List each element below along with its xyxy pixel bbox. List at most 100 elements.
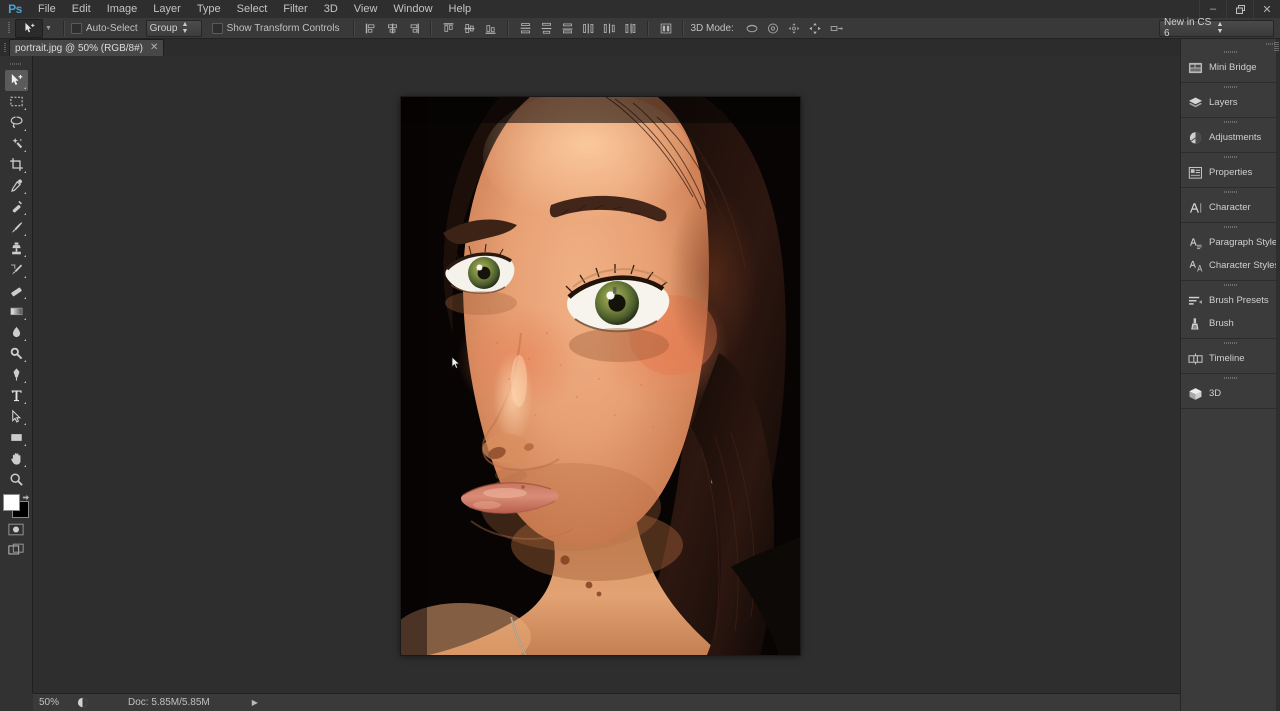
restore-button[interactable] xyxy=(1226,0,1253,18)
panel-item-character[interactable]: Character xyxy=(1181,196,1280,219)
tab-bar-grip[interactable] xyxy=(0,39,9,56)
roll-3d-object-icon[interactable] xyxy=(766,21,781,36)
align-bottom-edges-icon[interactable] xyxy=(483,21,498,36)
flyout-triangle-icon xyxy=(23,297,26,299)
tool-blur[interactable] xyxy=(5,322,28,343)
align-top-edges-icon[interactable] xyxy=(441,21,456,36)
panel-item-paragraph-styles[interactable]: Paragraph Styles xyxy=(1181,231,1280,254)
screen-mode-button[interactable] xyxy=(6,541,26,558)
auto-select-scope-dropdown[interactable]: Group ▲ ▼ xyxy=(145,19,202,37)
distribute-top-edges-icon[interactable] xyxy=(518,21,533,36)
distribute-right-edges-icon[interactable] xyxy=(623,21,638,36)
slide-3d-object-icon[interactable] xyxy=(808,21,823,36)
tool-rectangle-shape[interactable] xyxy=(5,427,28,448)
menu-item-layer[interactable]: Layer xyxy=(145,0,189,18)
move-tool-icon xyxy=(24,22,34,32)
menu-item-3d[interactable]: 3D xyxy=(316,0,346,18)
tool-crop[interactable] xyxy=(5,154,28,175)
tool-eraser[interactable] xyxy=(5,280,28,301)
panel-group-handle[interactable] xyxy=(1181,153,1280,161)
status-thumbnail-icon xyxy=(75,695,90,710)
align-right-edges-icon[interactable] xyxy=(406,21,421,36)
auto-select-checkbox[interactable] xyxy=(70,22,82,34)
document-tab-portrait[interactable]: portrait.jpg @ 50% (RGB/8#) ✕ xyxy=(9,39,165,56)
workspace-switcher-dropdown[interactable]: New in CS 6 ▲ ▼ xyxy=(1159,17,1274,39)
menu-item-file[interactable]: File xyxy=(30,0,64,18)
tool-brush[interactable] xyxy=(5,217,28,238)
tool-horizontal-type[interactable] xyxy=(5,385,28,406)
tools-panel-grip[interactable] xyxy=(6,60,26,68)
distribute-vertical-centers-icon[interactable] xyxy=(539,21,554,36)
active-tool-preset-button[interactable] xyxy=(15,18,43,38)
dock-resize-grip[interactable] xyxy=(1274,42,1279,52)
panel-group-handle[interactable] xyxy=(1181,188,1280,196)
tool-rectangular-marquee[interactable] xyxy=(5,91,28,112)
dock-collapse-grip[interactable] xyxy=(1181,39,1280,48)
menu-item-help[interactable]: Help xyxy=(441,0,480,18)
tool-dodge[interactable] xyxy=(5,343,28,364)
quick-mask-mode-button[interactable] xyxy=(6,521,26,538)
menu-item-image[interactable]: Image xyxy=(99,0,146,18)
panel-group-handle[interactable] xyxy=(1181,339,1280,347)
tool-pen[interactable] xyxy=(5,364,28,385)
panel-group-handle[interactable] xyxy=(1181,374,1280,382)
tool-move[interactable] xyxy=(4,70,28,91)
hand-icon xyxy=(10,453,20,465)
panel-group-handle[interactable] xyxy=(1181,48,1280,56)
panel-item-brush-presets[interactable]: Brush Presets xyxy=(1181,289,1280,312)
align-left-edges-icon[interactable] xyxy=(364,21,379,36)
distribute-horizontal-centers-icon[interactable] xyxy=(602,21,617,36)
show-transform-controls-checkbox[interactable] xyxy=(211,22,223,34)
panel-item-adjustments[interactable]: Adjustments xyxy=(1181,126,1280,149)
canvas-work-area[interactable] xyxy=(33,56,1180,693)
auto-align-layers-icon[interactable] xyxy=(658,21,673,36)
align-vertical-centers-icon[interactable] xyxy=(462,21,477,36)
drag-3d-object-icon[interactable] xyxy=(787,21,802,36)
tool-path-selection[interactable] xyxy=(5,406,28,427)
menu-item-filter[interactable]: Filter xyxy=(275,0,315,18)
distribute-left-edges-icon[interactable] xyxy=(581,21,596,36)
tool-eyedropper[interactable] xyxy=(5,175,28,196)
panel-item-properties[interactable]: Properties xyxy=(1181,161,1280,184)
panel-item-timeline[interactable]: Timeline xyxy=(1181,347,1280,370)
panel-item-character-styles[interactable]: Character Styles xyxy=(1181,254,1280,277)
tool-preset-chevron-icon[interactable]: ▼ xyxy=(45,25,52,32)
options-separator-5 xyxy=(647,20,650,36)
panel-item-brush[interactable]: Brush xyxy=(1181,312,1280,335)
menu-item-edit[interactable]: Edit xyxy=(64,0,99,18)
menu-item-view[interactable]: View xyxy=(346,0,386,18)
tool-lasso[interactable] xyxy=(5,112,28,133)
tool-zoom[interactable] xyxy=(5,469,28,490)
menu-item-select[interactable]: Select xyxy=(229,0,276,18)
foreground-color-swatch[interactable] xyxy=(3,494,20,511)
panel-group-handle[interactable] xyxy=(1181,83,1280,91)
tool-spot-healing-brush[interactable] xyxy=(5,196,28,217)
rotate-3d-object-icon[interactable] xyxy=(745,21,760,36)
swap-colors-icon[interactable] xyxy=(22,492,29,501)
status-menu-arrow-icon[interactable]: ▶ xyxy=(252,698,258,707)
tool-history-brush[interactable] xyxy=(5,259,28,280)
panel-group-handle[interactable] xyxy=(1181,281,1280,289)
align-horizontal-centers-icon[interactable] xyxy=(385,21,400,36)
menu-item-window[interactable]: Window xyxy=(385,0,440,18)
panel-group-handle[interactable] xyxy=(1181,223,1280,231)
scale-3d-object-icon[interactable] xyxy=(829,21,844,36)
tool-gradient[interactable] xyxy=(5,301,28,322)
distribute-bottom-edges-icon[interactable] xyxy=(560,21,575,36)
tool-hand[interactable] xyxy=(5,448,28,469)
flyout-triangle-icon xyxy=(23,381,26,383)
tool-clone-stamp[interactable] xyxy=(5,238,28,259)
close-button[interactable]: ✕ xyxy=(1253,0,1280,18)
options-bar-grip[interactable] xyxy=(4,18,13,39)
image-canvas[interactable] xyxy=(401,97,800,655)
minimize-button[interactable]: – xyxy=(1199,0,1226,18)
zoom-level-field[interactable]: 50% xyxy=(39,697,75,708)
panel-item-layers[interactable]: Layers xyxy=(1181,91,1280,114)
panel-group-handle[interactable] xyxy=(1181,118,1280,126)
close-icon[interactable]: ✕ xyxy=(150,43,158,53)
menu-item-type[interactable]: Type xyxy=(189,0,229,18)
panel-item-3d[interactable]: 3D xyxy=(1181,382,1280,405)
tool-quick-selection[interactable] xyxy=(5,133,28,154)
panel-item-mini-bridge[interactable]: Mini Bridge xyxy=(1181,56,1280,79)
color-swatches[interactable] xyxy=(3,494,29,518)
